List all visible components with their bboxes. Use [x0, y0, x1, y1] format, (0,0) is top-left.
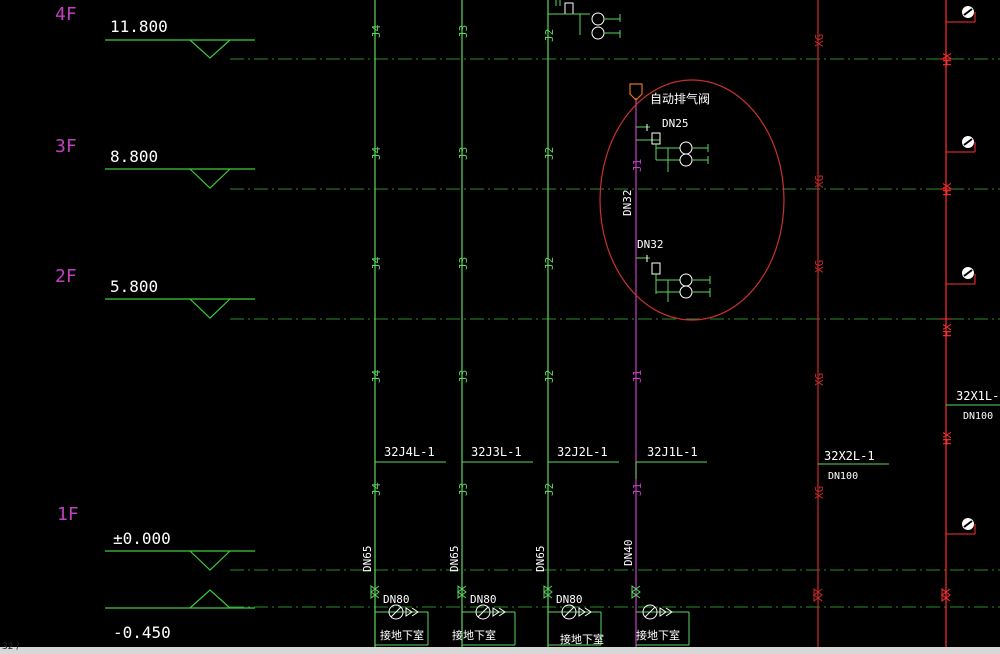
- riser-size-j3: DN65: [448, 546, 461, 573]
- riser-j4-tag-2f: J4: [370, 256, 383, 270]
- riser-hx-tag-1f: HX: [941, 431, 954, 445]
- riser-xg-tag-4f: XG: [813, 34, 826, 47]
- floor-label-3f: 3F: [55, 136, 77, 157]
- status-text: 32 /: [2, 642, 20, 652]
- floor-label-2f: 2F: [55, 266, 77, 287]
- branch-label-hx: 32X1L-1: [956, 389, 1000, 403]
- floor-label-1f: 1F: [57, 504, 79, 525]
- lower-branch-size: DN32: [637, 238, 664, 251]
- riser-j2-tag-4f: J2: [543, 29, 556, 42]
- riser-xg-tag-low: XG: [813, 486, 826, 499]
- canvas-background: [0, 0, 1000, 654]
- elevation-value-basement: -0.450: [113, 623, 171, 642]
- status-strip: 32 /: [0, 642, 1000, 654]
- riser-j3-tag-3f: J3: [457, 147, 470, 160]
- branch-label-j3: 32J3L-1: [471, 445, 522, 459]
- riser-j3-tag-low: J3: [457, 483, 470, 496]
- branch-label-j4: 32J4L-1: [384, 445, 435, 459]
- riser-detail-size: DN32: [621, 190, 634, 217]
- inlet-note-j1: 接地下室: [636, 628, 680, 642]
- riser-j3-tag-1f: J3: [457, 370, 470, 383]
- elevation-value-3f: 8.800: [110, 147, 158, 166]
- elevation-value-2f: 5.800: [110, 277, 158, 296]
- riser-j1-tag-low: J1: [631, 483, 644, 496]
- riser-xg-tag-1f: XG: [813, 373, 826, 386]
- riser-j1-tag-1f: J1: [631, 370, 644, 383]
- inlet-size-j4: DN80: [383, 593, 410, 606]
- inlet-note-j4: 接地下室: [380, 628, 424, 642]
- riser-j2-tag-3f: J2: [543, 147, 556, 160]
- upper-branch-size: DN25: [662, 117, 689, 130]
- floor-label-4f: 4F: [55, 4, 77, 25]
- riser-j2-tag-1f: J2: [543, 370, 556, 383]
- riser-size-j1: DN40: [622, 540, 635, 567]
- riser-j2-tag-2f: J2: [543, 257, 556, 270]
- elevation-value-4f: 11.800: [110, 17, 168, 36]
- riser-j4-tag-4f: J4: [370, 24, 383, 38]
- inlet-note-j2: 接地下室: [560, 632, 604, 646]
- branch-size-xg: DN100: [828, 471, 858, 482]
- inlet-note-j3: 接地下室: [452, 628, 496, 642]
- riser-j1-tag-3f: J1: [631, 159, 644, 172]
- elevation-value-1f: ±0.000: [113, 529, 171, 548]
- branch-label-xg: 32X2L-1: [824, 449, 875, 463]
- riser-j4-tag-3f: J4: [370, 146, 383, 160]
- branch-label-j1: 32J1L-1: [647, 445, 698, 459]
- cad-drawing-canvas[interactable]: 4F 3F 2F 1F 11.800 8.800 5.800 ±0.000 -0…: [0, 0, 1000, 654]
- riser-j4-tag-low: J4: [370, 482, 383, 496]
- branch-label-j2: 32J2L-1: [557, 445, 608, 459]
- riser-j4-tag-1f: J4: [370, 369, 383, 383]
- riser-xg-tag-2f: XG: [813, 260, 826, 273]
- riser-j3-tag-4f: J3: [457, 25, 470, 38]
- branch-size-hx: DN100: [963, 411, 993, 422]
- riser-hx-tag-2f: HX: [941, 323, 954, 337]
- air-valve-label: 自动排气阀: [650, 91, 710, 106]
- riser-size-j4: DN65: [361, 546, 374, 573]
- inlet-size-j3: DN80: [470, 593, 497, 606]
- riser-j2-tag-low: J2: [543, 483, 556, 496]
- inlet-size-j2: DN80: [556, 593, 583, 606]
- riser-j3-tag-2f: J3: [457, 257, 470, 270]
- riser-xg-tag-3f: XG: [813, 175, 826, 188]
- riser-size-j2: DN65: [534, 546, 547, 573]
